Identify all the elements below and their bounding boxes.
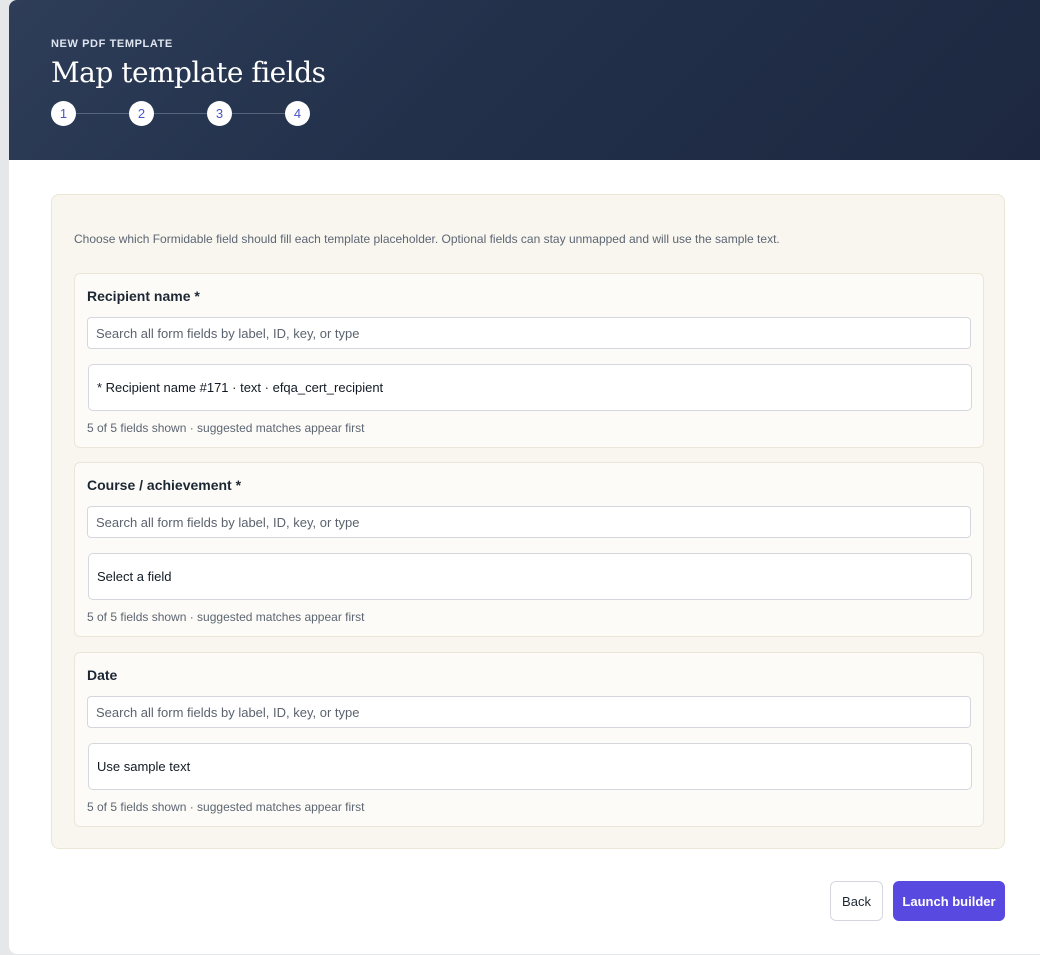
field-label: Course / achievement * <box>87 477 242 493</box>
field-hint: 5 of 5 fields shown · suggested matches … <box>87 421 365 435</box>
step-3[interactable]: 3 <box>207 101 232 126</box>
modal-header: NEW PDF TEMPLATE Map template fields 1 2… <box>9 0 1040 160</box>
intro-text: Choose which Formidable field should fil… <box>74 232 780 246</box>
field-search-input[interactable] <box>87 696 971 728</box>
field-card-course-achievement: Course / achievement * Select a field 5 … <box>74 462 984 637</box>
back-button[interactable]: Back <box>830 881 883 921</box>
launch-builder-button[interactable]: Launch builder <box>893 881 1005 921</box>
mapping-panel: Choose which Formidable field should fil… <box>51 194 1005 849</box>
eyebrow: NEW PDF TEMPLATE <box>51 38 173 50</box>
field-card-date: Date Use sample text 5 of 5 fields shown… <box>74 652 984 827</box>
field-search-input[interactable] <box>87 317 971 349</box>
field-select[interactable]: * Recipient name #171 · text · efqa_cert… <box>88 364 972 411</box>
page-title: Map template fields <box>51 56 326 89</box>
field-card-recipient-name: Recipient name * * Recipient name #171 ·… <box>74 273 984 448</box>
field-hint: 5 of 5 fields shown · suggested matches … <box>87 800 365 814</box>
step-1[interactable]: 1 <box>51 101 76 126</box>
step-4[interactable]: 4 <box>285 101 310 126</box>
step-2[interactable]: 2 <box>129 101 154 126</box>
field-label: Recipient name * <box>87 288 200 304</box>
field-label: Date <box>87 667 118 683</box>
field-hint: 5 of 5 fields shown · suggested matches … <box>87 610 365 624</box>
field-select[interactable]: Select a field <box>88 553 972 600</box>
stepper-line <box>63 113 299 114</box>
field-search-input[interactable] <box>87 506 971 538</box>
template-modal: NEW PDF TEMPLATE Map template fields 1 2… <box>9 0 1040 954</box>
stepper: 1 2 3 4 <box>51 101 311 126</box>
field-select[interactable]: Use sample text <box>88 743 972 790</box>
